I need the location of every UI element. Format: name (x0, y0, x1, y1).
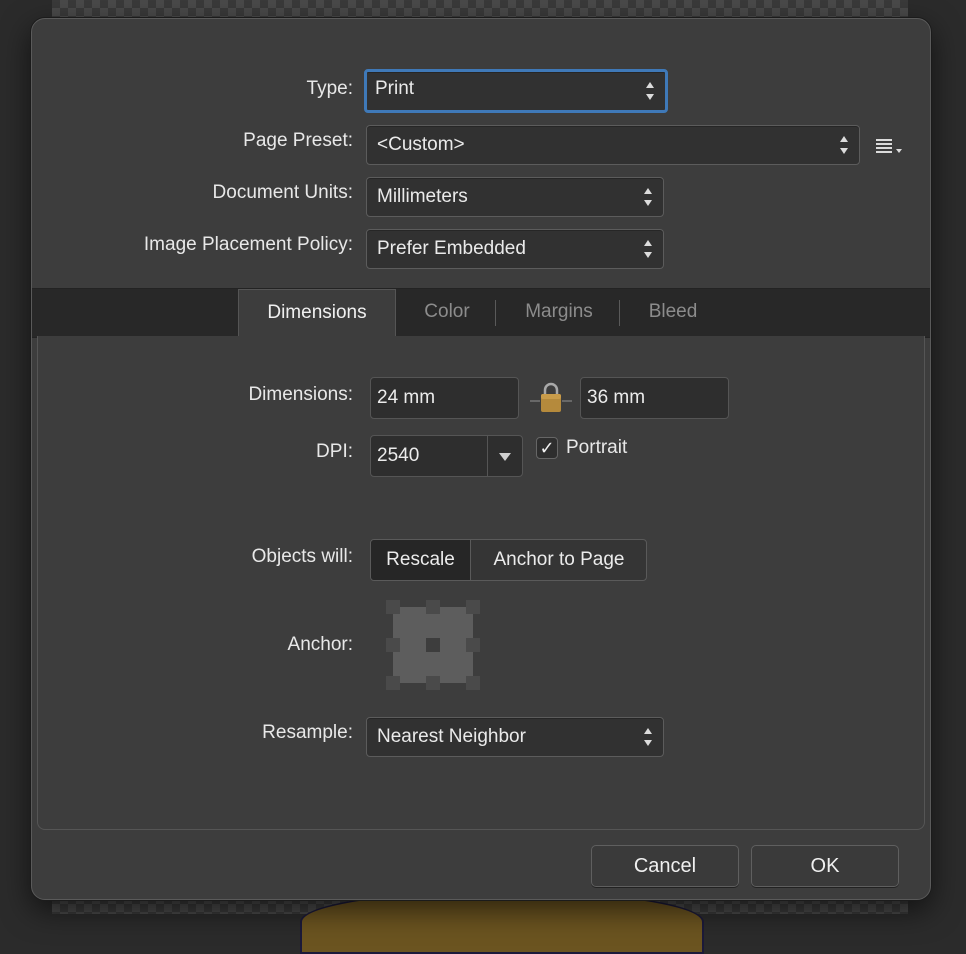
objects-will-label: Objects will: (251, 546, 353, 567)
document-units-value: Millimeters (377, 186, 468, 207)
height-field[interactable]: 36 mm (580, 377, 729, 419)
anchor-handle-bottom-left[interactable] (386, 676, 400, 690)
anchor-handle-bottom-right[interactable] (466, 676, 480, 690)
type-label: Type: (306, 78, 353, 99)
page-preset-label: Page Preset: (243, 130, 353, 151)
resample-popup[interactable]: Nearest Neighbor (366, 717, 664, 757)
document-setup-dialog: Type: Print Page Preset: <Custom> Docume… (31, 18, 931, 900)
anchor-label: Anchor: (287, 634, 353, 655)
anchor-handle-top-center[interactable] (426, 600, 440, 614)
stepper-icon (840, 135, 849, 155)
anchor-handle-center[interactable] (426, 638, 440, 652)
width-field[interactable]: 24 mm (370, 377, 519, 419)
tab-separator (619, 300, 620, 326)
dpi-label: DPI: (316, 441, 353, 462)
anchor-handle-bottom-center[interactable] (426, 676, 440, 690)
tab-margins[interactable]: Margins (504, 289, 614, 337)
image-placement-label: Image Placement Policy: (143, 234, 353, 255)
anchor-to-page-segment[interactable]: Anchor to Page (470, 540, 646, 580)
chevron-down-icon[interactable] (487, 436, 522, 476)
cancel-button[interactable]: Cancel (591, 845, 739, 887)
ok-button[interactable]: OK (751, 845, 899, 887)
stepper-icon (646, 81, 655, 101)
portrait-label[interactable]: Portrait (566, 437, 627, 459)
lock-icon[interactable] (530, 381, 572, 415)
stepper-icon (644, 187, 653, 207)
stepper-icon (644, 239, 653, 259)
list-menu-icon[interactable] (876, 137, 906, 157)
image-placement-popup[interactable]: Prefer Embedded (366, 229, 664, 269)
page-preset-value: <Custom> (377, 134, 465, 155)
tab-bleed[interactable]: Bleed (628, 289, 718, 337)
resample-value: Nearest Neighbor (377, 726, 526, 747)
anchor-handle-top-right[interactable] (466, 600, 480, 614)
page-preset-popup[interactable]: <Custom> (366, 125, 860, 165)
anchor-selector[interactable] (385, 599, 481, 691)
anchor-handle-top-left[interactable] (386, 600, 400, 614)
objects-will-segmented-control: Rescale Anchor to Page (370, 539, 647, 581)
anchor-handle-middle-right[interactable] (466, 638, 480, 652)
type-popup[interactable]: Print (364, 69, 668, 113)
resample-label: Resample: (262, 722, 353, 743)
rescale-segment[interactable]: Rescale (371, 540, 470, 580)
tab-separator (495, 300, 496, 326)
type-value: Print (375, 78, 415, 99)
tab-color[interactable]: Color (402, 289, 492, 337)
dpi-value: 2540 (377, 445, 420, 466)
dimensions-label: Dimensions: (248, 384, 353, 405)
image-placement-value: Prefer Embedded (377, 238, 526, 259)
dpi-combobox[interactable]: 2540 (370, 435, 523, 477)
anchor-handle-middle-left[interactable] (386, 638, 400, 652)
tab-dimensions[interactable]: Dimensions (238, 289, 396, 339)
portrait-checkbox[interactable]: ✓ (536, 437, 558, 459)
stepper-icon (644, 727, 653, 747)
tab-bar: Dimensions Color Margins Bleed (32, 288, 930, 339)
document-units-label: Document Units: (212, 182, 353, 203)
document-units-popup[interactable]: Millimeters (366, 177, 664, 217)
